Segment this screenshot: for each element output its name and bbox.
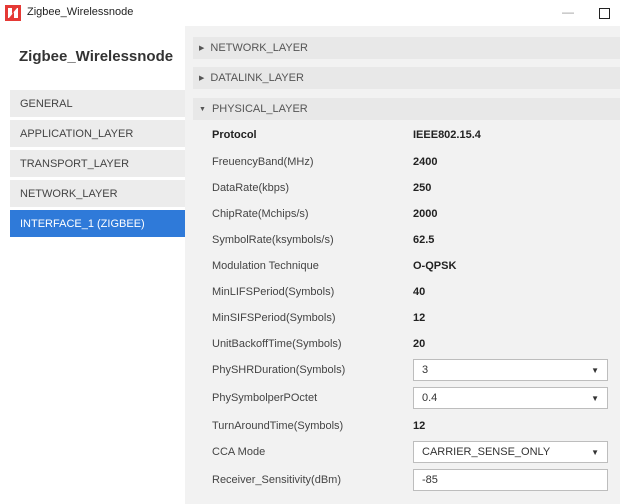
field-value: 12 [413,420,426,432]
cca-mode-select[interactable]: CARRIER_SENSE_ONLY ▼ [413,441,608,463]
row-phy-shr-duration: PhySHRDuration(Symbols) 3 ▼ [193,357,620,383]
sidebar-item-label: APPLICATION_LAYER [20,127,134,140]
sidebar-item-label: INTERFACE_1 (ZIGBEE) [20,217,145,230]
select-value: 0.4 [422,392,438,404]
field-label: PhySHRDuration(Symbols) [212,364,346,376]
sidebar-item-interface-1-zigbee[interactable]: INTERFACE_1 (ZIGBEE) [10,210,185,237]
row-frequency-band: FreuencyBand(MHz) 2400 [193,149,620,175]
sidebar-item-transport-layer[interactable]: TRANSPORT_LAYER [10,150,185,177]
row-turnaround-time: TurnAroundTime(Symbols) 12 [193,413,620,439]
expand-arrow-icon: ▶ [199,75,205,82]
row-data-rate: DataRate(kbps) 250 [193,175,620,201]
sidebar-item-label: GENERAL [20,97,73,110]
sidebar-item-application-layer[interactable]: APPLICATION_LAYER [10,120,185,147]
section-label: DATALINK_LAYER [210,72,304,84]
chevron-down-icon: ▼ [591,448,599,457]
field-label: CCA Mode [212,446,266,458]
row-phy-symbol-per-octet: PhySymbolperPOctet 0.4 ▼ [193,385,620,411]
expand-arrow-icon: ▶ [199,45,205,52]
input-value: -85 [422,474,438,486]
sidebar-title: Zigbee_Wirelessnode [19,48,174,65]
field-value: O-QPSK [413,260,457,272]
row-modulation-technique: Modulation Technique O-QPSK [193,253,620,279]
field-value: 62.5 [413,234,435,246]
section-physical-layer[interactable]: ▼ PHYSICAL_LAYER [193,98,620,120]
sidebar-item-general[interactable]: GENERAL [10,90,185,117]
field-label: Receiver_Sensitivity(dBm) [212,474,341,486]
row-chip-rate: ChipRate(Mchips/s) 2000 [193,201,620,227]
field-label: DataRate(kbps) [212,182,290,194]
row-receiver-sensitivity: Receiver_Sensitivity(dBm) -85 [193,467,620,493]
section-datalink-layer[interactable]: ▶ DATALINK_LAYER [193,67,620,89]
chevron-down-icon: ▼ [591,366,599,375]
select-value: CARRIER_SENSE_ONLY [422,446,551,458]
phy-shr-duration-select[interactable]: 3 ▼ [413,359,608,381]
field-label: MinLIFSPeriod(Symbols) [212,286,335,298]
sidebar-item-label: TRANSPORT_LAYER [20,157,130,170]
field-value: 2000 [413,208,438,220]
row-cca-mode: CCA Mode CARRIER_SENSE_ONLY ▼ [193,439,620,465]
sidebar-item-label: NETWORK_LAYER [20,187,118,200]
field-label: ChipRate(Mchips/s) [212,208,309,220]
field-label: TurnAroundTime(Symbols) [212,420,344,432]
row-min-sifs-period: MinSIFSPeriod(Symbols) 12 [193,305,620,331]
receiver-sensitivity-input[interactable]: -85 [413,469,608,491]
field-label: SymbolRate(ksymbols/s) [212,234,334,246]
field-value: 12 [413,312,426,324]
chevron-down-icon: ▼ [591,394,599,403]
sidebar-item-network-layer[interactable]: NETWORK_LAYER [10,180,185,207]
collapse-arrow-icon: ▼ [199,105,206,113]
section-label: PHYSICAL_LAYER [211,103,308,115]
field-label: Modulation Technique [212,260,319,272]
field-label: MinSIFSPeriod(Symbols) [212,312,336,324]
field-label: UnitBackoffTime(Symbols) [212,338,342,350]
minimize-button[interactable]: — [562,5,574,19]
field-value: 40 [413,286,426,298]
field-label: FreuencyBand(MHz) [212,156,314,168]
field-value: 20 [413,338,426,350]
field-label: PhySymbolperPOctet [212,392,318,404]
row-unit-backoff-time: UnitBackoffTime(Symbols) 20 [193,331,620,357]
row-min-lifs-period: MinLIFSPeriod(Symbols) 40 [193,279,620,305]
field-value: IEEE802.15.4 [413,129,481,141]
window-title: Zigbee_Wirelessnode [27,6,134,18]
row-symbol-rate: SymbolRate(ksymbols/s) 62.5 [193,227,620,253]
select-value: 3 [422,364,429,376]
section-label: NETWORK_LAYER [210,42,308,54]
phy-symbol-per-octet-select[interactable]: 0.4 ▼ [413,387,608,409]
field-value: 2400 [413,156,438,168]
field-label: Protocol [212,129,257,141]
maximize-button[interactable] [599,8,610,19]
section-network-layer[interactable]: ▶ NETWORK_LAYER [193,37,620,59]
field-value: 250 [413,182,432,194]
app-logo-icon [5,5,21,21]
title-bar: Zigbee_Wirelessnode — [0,0,620,26]
row-protocol: Protocol IEEE802.15.4 [193,122,620,148]
